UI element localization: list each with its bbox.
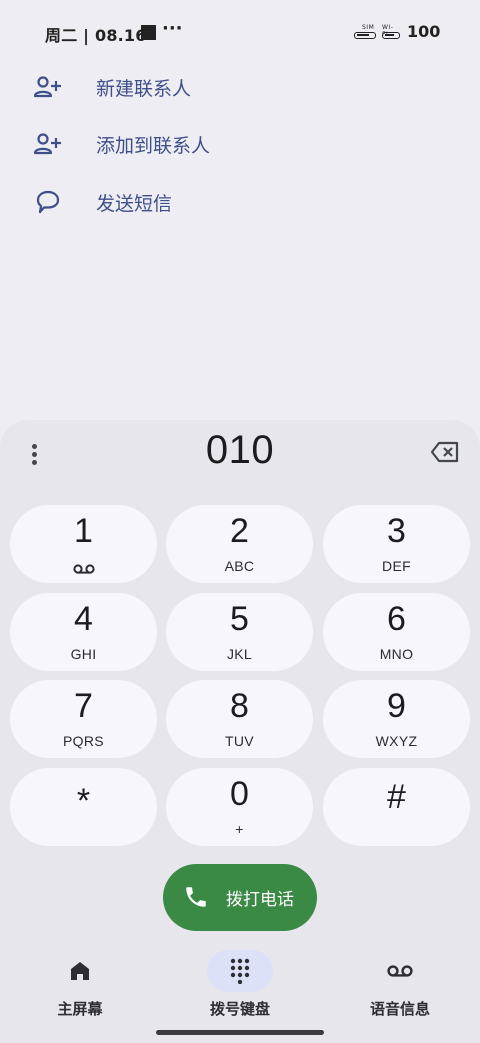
send-sms-label: 发送短信	[96, 192, 173, 215]
more-options-icon[interactable]	[22, 440, 46, 468]
dialpad-key-9[interactable]: 9 WXYZ	[323, 680, 470, 758]
dialpad-key-3[interactable]: 3 DEF	[323, 505, 470, 583]
dialpad-key-8[interactable]: 8 TUV	[166, 680, 313, 758]
new-contact-action[interactable]: 新建联系人	[0, 59, 480, 115]
dialpad-sheet: 010 1 2 ABC 3 DEF 4 GHI 5 JKL 6 MNO 7 PQ…	[0, 420, 480, 1043]
nav-dialpad[interactable]: 拨号键盘	[170, 950, 310, 1030]
call-button-label: 拨打电话	[226, 890, 294, 910]
dialpad-key-7[interactable]: 7 PQRS	[10, 680, 157, 758]
nav-voicemail-label: 语音信息	[369, 1000, 430, 1018]
voicemail-icon	[73, 560, 95, 579]
send-sms-action[interactable]: 发送短信	[0, 174, 480, 230]
add-to-contact-action[interactable]: 添加到联系人	[0, 116, 480, 172]
dialed-number[interactable]: 010	[90, 428, 390, 473]
message-bubble-icon	[33, 187, 63, 217]
nav-dialpad-label: 拨号键盘	[209, 1000, 270, 1018]
new-contact-label: 新建联系人	[96, 77, 192, 100]
person-add-icon	[33, 72, 63, 102]
dialpad-key-4[interactable]: 4 GHI	[10, 593, 157, 671]
notification-square-icon	[141, 25, 156, 40]
add-to-contact-label: 添加到联系人	[96, 134, 211, 157]
dialpad-icon	[207, 950, 273, 992]
phone-dialer-screen: 周二 | 08.16 ··· SIM WI-FI 100 新建联系人	[0, 0, 480, 1043]
dialpad-key-hash[interactable]: #	[323, 768, 470, 846]
dialpad-key-1[interactable]: 1	[10, 505, 157, 583]
home-icon	[47, 950, 113, 992]
dialpad-key-2[interactable]: 2 ABC	[166, 505, 313, 583]
phone-icon	[183, 884, 209, 914]
person-add-icon	[33, 129, 63, 159]
status-bar: 周二 | 08.16 ··· SIM WI-FI 100	[45, 18, 441, 45]
dialpad-key-star[interactable]: *	[10, 768, 157, 846]
battery-level: 100	[407, 22, 441, 41]
dialpad-key-6[interactable]: 6 MNO	[323, 593, 470, 671]
nav-home[interactable]: 主屏幕	[10, 950, 150, 1030]
status-overflow-indicator: ···	[162, 18, 183, 39]
nav-voicemail[interactable]: 语音信息	[330, 950, 470, 1030]
voicemail-icon	[367, 950, 433, 992]
nav-home-label: 主屏幕	[57, 1000, 103, 1018]
backspace-icon[interactable]	[430, 440, 464, 468]
status-time: 周二 | 08.16	[45, 26, 147, 45]
dialpad-key-0[interactable]: 0 +	[166, 768, 313, 846]
dialpad-key-5[interactable]: 5 JKL	[166, 593, 313, 671]
gesture-bar[interactable]	[156, 1030, 324, 1035]
call-button[interactable]: 拨打电话	[163, 864, 317, 931]
